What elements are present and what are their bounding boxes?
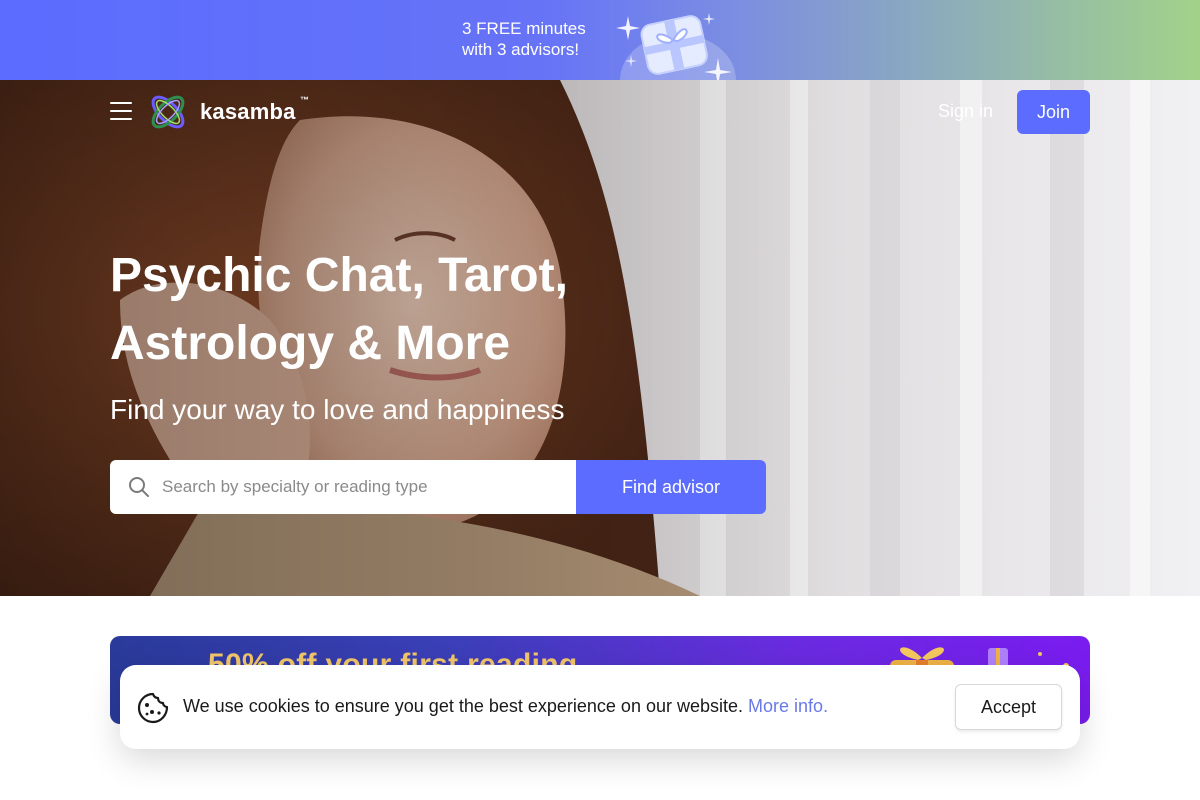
hero-title: Psychic Chat, Tarot, Astrology & More: [110, 242, 670, 378]
cookie-icon: [137, 692, 169, 724]
hero-section: kasamba ™ Sign in Join Psychic Chat, Tar…: [0, 80, 1200, 596]
gift-icon: [616, 13, 736, 80]
hero-title-line-2: Astrology & More: [110, 317, 511, 370]
promo-line-1: 3 FREE minutes: [462, 19, 586, 38]
sign-in-link[interactable]: Sign in: [938, 101, 993, 122]
logo-trademark: ™: [300, 95, 309, 105]
hamburger-menu-icon[interactable]: [110, 102, 132, 120]
promo-line-2: with 3 advisors!: [462, 40, 580, 59]
cookie-message-text: We use cookies to ensure you get the bes…: [183, 696, 744, 716]
hero-title-line-1: Psychic Chat, Tarot,: [110, 249, 568, 302]
hero-subtitle: Find your way to love and happiness: [110, 394, 565, 425]
search-input[interactable]: [162, 460, 562, 514]
more-info-link[interactable]: More info.: [748, 696, 828, 716]
logo-text[interactable]: kasamba: [200, 99, 296, 125]
cookie-message: We use cookies to ensure you get the bes…: [183, 696, 828, 717]
accept-cookies-button[interactable]: Accept: [955, 684, 1062, 730]
find-advisor-button[interactable]: Find advisor: [576, 460, 766, 514]
promo-bar[interactable]: 3 FREE minutes with 3 advisors!: [0, 0, 1200, 80]
promo-text: 3 FREE minutes with 3 advisors!: [462, 18, 586, 60]
cookie-banner: We use cookies to ensure you get the bes…: [120, 665, 1080, 749]
top-nav: kasamba ™ Sign in Join: [0, 80, 1200, 142]
search-box: [110, 460, 576, 514]
search-icon: [129, 477, 149, 497]
join-button[interactable]: Join: [1017, 90, 1090, 134]
kasamba-logo-icon[interactable]: [147, 91, 189, 133]
